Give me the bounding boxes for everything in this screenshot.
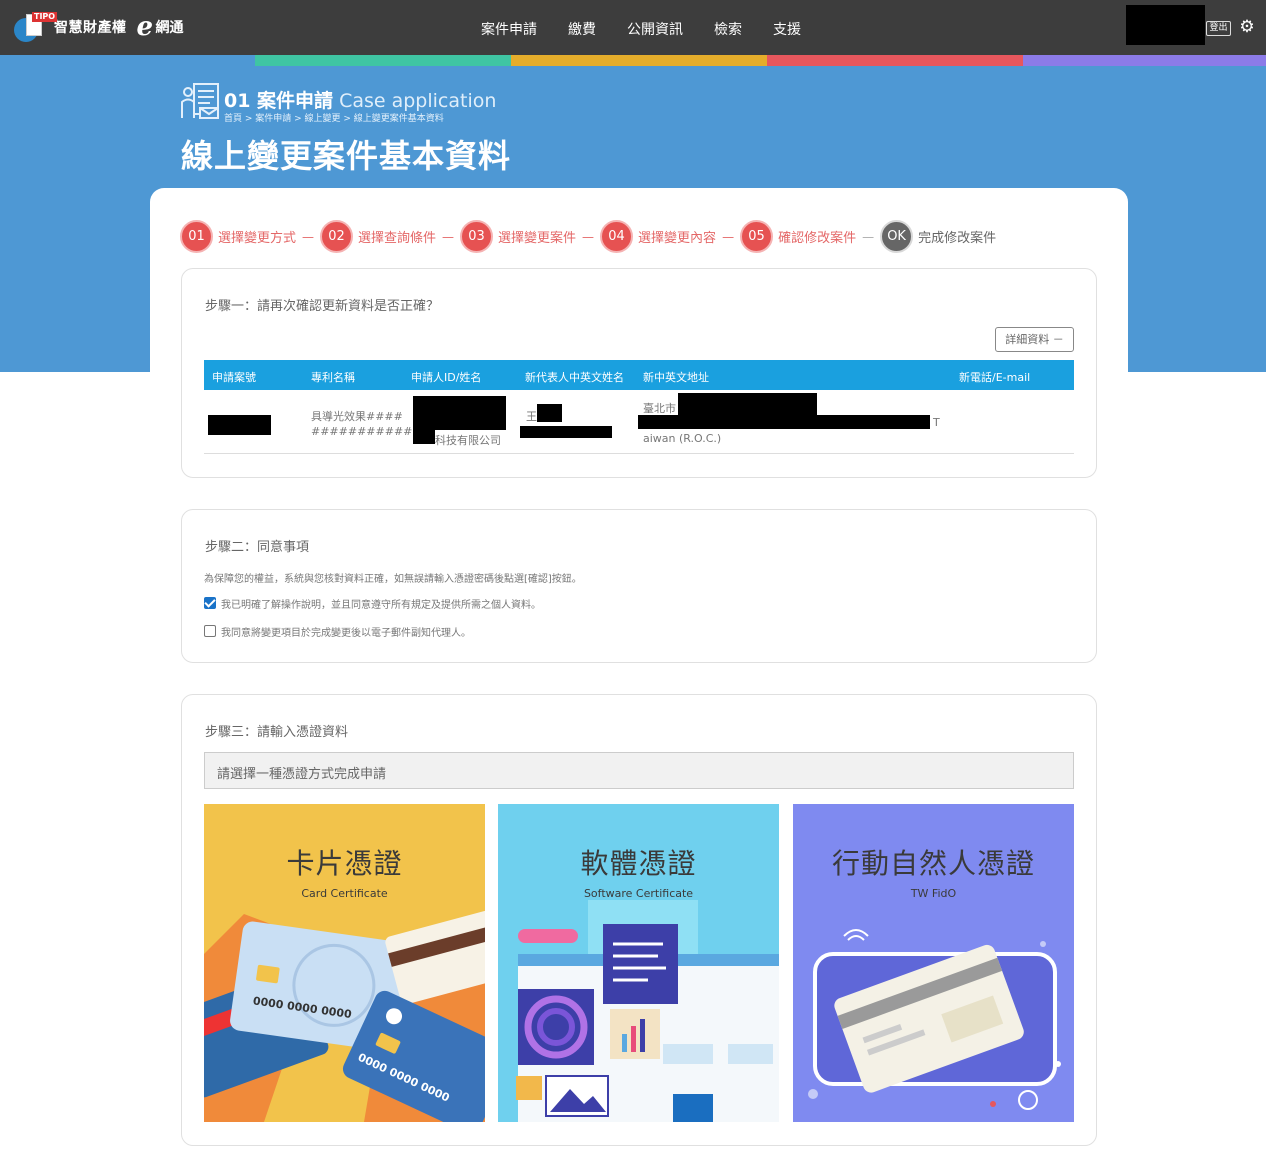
nav-item-case-application[interactable]: 案件申請 [481, 19, 537, 39]
mobile-certificate-title: 行動自然人憑證 [793, 842, 1074, 882]
col-new-representative: 新代表人中英文姓名 [525, 369, 624, 385]
logout-button[interactable]: 登出 [1206, 21, 1231, 36]
redacted-application-number [208, 415, 271, 435]
nav-item-payment[interactable]: 繳費 [568, 19, 596, 39]
site-logo[interactable]: TIPO 智慧財產權 e 網通 [14, 12, 184, 42]
row-divider [204, 453, 1074, 454]
section-title: 01 案件申請Case application [224, 86, 496, 113]
table-header: 申請案號 專利名稱 申請人ID/姓名 新代表人中英文姓名 新中英文地址 新電話/… [204, 360, 1074, 390]
step-01: 01選擇變更方式 [180, 220, 296, 253]
col-application-number: 申請案號 [212, 369, 256, 385]
nav-item-search[interactable]: 檢索 [714, 19, 742, 39]
redacted-applicant [413, 396, 506, 430]
redacted-address-2 [638, 415, 930, 429]
step-three-title: 步驟三：請輸入憑證資料 [205, 721, 348, 740]
progress-steps: 01選擇變更方式 — 02選擇查詢條件 — 03選擇變更案件 — 04選擇變更內… [180, 220, 996, 253]
card-certificate-title: 卡片憑證 [204, 842, 485, 882]
certificate-method-prompt: 請選擇一種憑證方式完成申請 [204, 752, 1074, 789]
top-nav-bar: TIPO 智慧財產權 e 網通 案件申請 繳費 公開資訊 檢索 支援 登出 ⚙ [0, 0, 1266, 55]
main-nav: 案件申請 繳費 公開資訊 檢索 支援 [481, 19, 832, 39]
mobile-certificate-option[interactable]: 行動自然人憑證 TW FidO [793, 804, 1074, 1122]
col-new-contact: 新電話/E-mail [959, 369, 1030, 385]
patent-name-line1: 具導光效果#### [311, 408, 403, 424]
nav-item-public-info[interactable]: 公開資訊 [627, 19, 683, 39]
brand-e: e [137, 17, 154, 37]
color-strip-purple [1023, 55, 1266, 66]
gear-icon[interactable]: ⚙ [1238, 18, 1256, 36]
step-one-title: 步驟一：請再次確認更新資料是否正確？ [205, 295, 439, 314]
address-tail: T [933, 416, 940, 429]
color-strip-yellow [511, 55, 767, 66]
notify-agent-checkbox[interactable] [204, 625, 216, 637]
redacted-representative [537, 404, 562, 422]
step-ok: OK完成修改案件 [880, 220, 996, 253]
brand-name: 智慧財產權 [54, 17, 127, 37]
mobile-certificate-subtitle: TW FidO [793, 887, 1074, 900]
nav-item-support[interactable]: 支援 [773, 19, 801, 39]
redacted-representative-2 [520, 426, 612, 438]
notify-agent-label[interactable]: 我同意將變更項目於完成變更後以電子郵件副知代理人。 [221, 624, 471, 639]
step-04: 04選擇變更內容 [600, 220, 716, 253]
detail-toggle-button[interactable]: 詳細資料 － [995, 327, 1074, 352]
representative-name: 王 [526, 408, 537, 424]
patent-name-line2: ########### [311, 425, 412, 438]
redacted-address [678, 393, 817, 415]
breadcrumb: 首頁 > 案件申請 > 線上變更 > 線上變更案件基本資料 [224, 111, 444, 124]
applicant-company: 科技有限公司 [435, 432, 501, 448]
card-certificate-subtitle: Card Certificate [204, 887, 485, 900]
redacted-applicant-2 [413, 430, 435, 444]
step-two-panel: 步驟二：同意事項 [181, 509, 1097, 663]
agree-terms-label[interactable]: 我已明確了解操作說明，並且同意遵守所有規定及提供所需之個人資料。 [221, 596, 541, 611]
step-02: 02選擇查詢條件 [320, 220, 436, 253]
address-city: 臺北市 [643, 400, 676, 416]
address-country: aiwan (R.O.C.) [643, 432, 721, 445]
color-strip-green [255, 55, 511, 66]
user-name-redacted [1126, 5, 1205, 45]
col-applicant: 申請人ID/姓名 [411, 369, 481, 385]
software-certificate-title: 軟體憑證 [498, 842, 779, 882]
step-two-title: 步驟二：同意事項 [205, 536, 309, 555]
software-certificate-option[interactable]: 軟體憑證 Software Certificate [498, 804, 779, 1122]
col-patent-name: 專利名稱 [311, 369, 355, 385]
col-new-address: 新中英文地址 [643, 369, 709, 385]
agree-terms-checkbox[interactable] [204, 597, 216, 609]
software-certificate-subtitle: Software Certificate [498, 887, 779, 900]
card-certificate-option[interactable]: 0000 0000 0000 0000 0000 0000 卡片憑證 Card … [204, 804, 485, 1122]
step-03: 03選擇變更案件 [460, 220, 576, 253]
brand-suffix: 網通 [156, 17, 184, 37]
color-strip-red [767, 55, 1023, 66]
case-application-icon [180, 82, 220, 120]
verification-note: 為保障您的權益，系統與您核對資料正確，如無誤請輸入憑證密碼後點選[確認]按鈕。 [204, 570, 582, 585]
step-05: 05確認修改案件 [740, 220, 856, 253]
page-title: 線上變更案件基本資料 [181, 131, 511, 177]
tipo-logo-icon: TIPO [14, 12, 48, 42]
